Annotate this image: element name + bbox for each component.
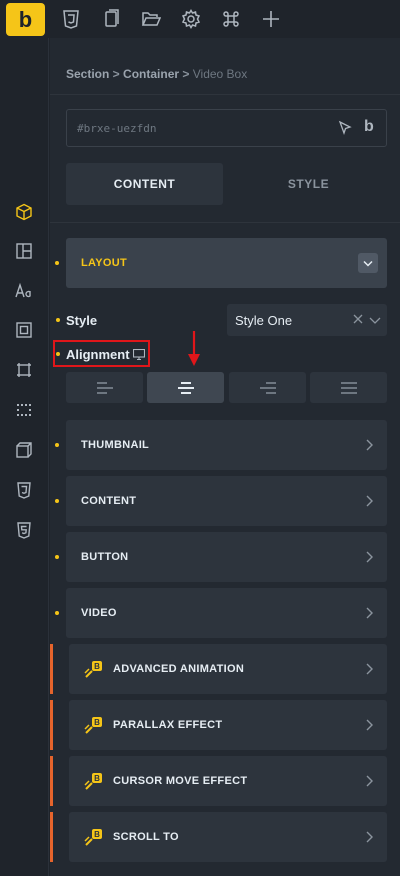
html5-icon[interactable] xyxy=(14,520,34,540)
align-left-button[interactable] xyxy=(66,372,143,403)
changed-indicator-dot xyxy=(56,318,60,322)
group-advanced-animation[interactable]: B ADVANCED ANIMATION xyxy=(69,644,387,694)
typography-icon[interactable] xyxy=(14,281,34,301)
plugin-accent-bar xyxy=(50,644,53,694)
cube-icon[interactable] xyxy=(14,202,34,222)
svg-text:B: B xyxy=(94,662,100,671)
changed-indicator-dot xyxy=(55,555,59,559)
grid-dots-icon[interactable] xyxy=(14,400,34,420)
breadcrumb-section[interactable]: Section xyxy=(66,67,109,81)
cursor-pointer-icon[interactable] xyxy=(337,120,353,136)
group-cursor-move-effect[interactable]: B CURSOR MOVE EFFECT xyxy=(69,756,387,806)
spacing-icon[interactable] xyxy=(14,320,34,340)
chevron-down-icon xyxy=(363,260,373,267)
gear-icon[interactable] xyxy=(180,8,202,30)
group-content[interactable]: CONTENT xyxy=(66,476,387,526)
plugin-badge-icon: B xyxy=(84,661,102,678)
plugin-badge-icon: B xyxy=(84,717,102,734)
css3-icon[interactable] xyxy=(14,480,34,500)
border-box-icon[interactable] xyxy=(14,360,34,380)
align-center-icon xyxy=(177,381,194,394)
breadcrumb-current: Video Box xyxy=(192,67,248,81)
breadcrumb: Section > Container > Video Box xyxy=(66,67,247,81)
chevron-right-icon xyxy=(366,607,373,619)
folder-open-icon[interactable] xyxy=(140,8,162,30)
pages-icon[interactable] xyxy=(100,8,122,30)
svg-text:B: B xyxy=(94,830,100,839)
breadcrumb-separator: > xyxy=(109,67,124,81)
group-label: THUMBNAIL xyxy=(81,439,150,451)
chevron-right-icon xyxy=(366,663,373,675)
command-icon[interactable] xyxy=(220,8,242,30)
collapse-toggle[interactable] xyxy=(358,253,378,273)
group-video[interactable]: VIDEO xyxy=(66,588,387,638)
changed-indicator-dot xyxy=(55,499,59,503)
top-toolbar: b xyxy=(0,0,400,38)
css3-icon[interactable] xyxy=(60,8,82,30)
plugin-accent-bar xyxy=(50,700,53,750)
chevron-right-icon xyxy=(366,719,373,731)
changed-indicator-dot xyxy=(55,261,59,265)
group-label: SCROLL TO xyxy=(113,831,179,843)
svg-text:B: B xyxy=(94,774,100,783)
breadcrumb-container[interactable]: Container xyxy=(123,67,179,81)
group-label: CURSOR MOVE EFFECT xyxy=(113,775,248,787)
align-right-button[interactable] xyxy=(229,372,306,403)
plugin-accent-bar xyxy=(50,812,53,862)
chevron-right-icon xyxy=(366,495,373,507)
align-center-button[interactable] xyxy=(147,372,224,403)
chevron-right-icon xyxy=(366,775,373,787)
group-thumbnail[interactable]: THUMBNAIL xyxy=(66,420,387,470)
element-id-value: #brxe-uezfdn xyxy=(77,122,157,135)
chevron-right-icon xyxy=(366,551,373,563)
divider xyxy=(50,222,400,223)
highlight-annotation-box xyxy=(53,340,150,367)
align-justify-icon xyxy=(340,381,357,394)
bricks-logo-button[interactable]: b xyxy=(6,3,45,36)
group-scroll-to[interactable]: B SCROLL TO xyxy=(69,812,387,862)
align-right-icon xyxy=(259,381,276,394)
group-layout-header[interactable]: LAYOUT xyxy=(66,238,387,288)
svg-text:B: B xyxy=(94,718,100,727)
transform-icon[interactable] xyxy=(14,440,34,460)
changed-indicator-dot xyxy=(55,611,59,615)
align-justify-button[interactable] xyxy=(310,372,387,403)
chevron-right-icon xyxy=(366,831,373,843)
group-label: ADVANCED ANIMATION xyxy=(113,663,245,675)
style-select-value: Style One xyxy=(235,313,293,328)
layout-icon[interactable] xyxy=(14,241,34,261)
group-label: PARALLAX EFFECT xyxy=(113,719,223,731)
style-label: Style xyxy=(66,313,98,328)
tab-style[interactable]: STYLE xyxy=(230,163,387,205)
group-label: CONTENT xyxy=(81,495,137,507)
group-label: VIDEO xyxy=(81,607,117,619)
group-label: BUTTON xyxy=(81,551,129,563)
element-id-field[interactable]: #brxe-uezfdn b xyxy=(66,109,387,147)
plugin-badge-icon: B xyxy=(84,773,102,790)
group-parallax-effect[interactable]: B PARALLAX EFFECT xyxy=(69,700,387,750)
align-left-icon xyxy=(96,381,113,394)
group-button[interactable]: BUTTON xyxy=(66,532,387,582)
bricks-icon[interactable]: b xyxy=(364,118,374,136)
clear-icon[interactable] xyxy=(353,314,363,324)
plus-icon[interactable] xyxy=(260,8,282,30)
divider xyxy=(50,94,400,95)
style-select[interactable]: Style One xyxy=(227,304,387,336)
chevron-right-icon xyxy=(366,439,373,451)
chevron-down-icon[interactable] xyxy=(369,315,381,325)
group-layout-label: LAYOUT xyxy=(81,257,128,269)
tab-content[interactable]: CONTENT xyxy=(66,163,223,205)
plugin-badge-icon: B xyxy=(84,829,102,846)
plugin-accent-bar xyxy=(50,756,53,806)
breadcrumb-separator: > xyxy=(179,67,193,81)
changed-indicator-dot xyxy=(55,443,59,447)
left-sidebar xyxy=(0,38,49,876)
red-arrow-annotation-icon xyxy=(188,331,200,366)
